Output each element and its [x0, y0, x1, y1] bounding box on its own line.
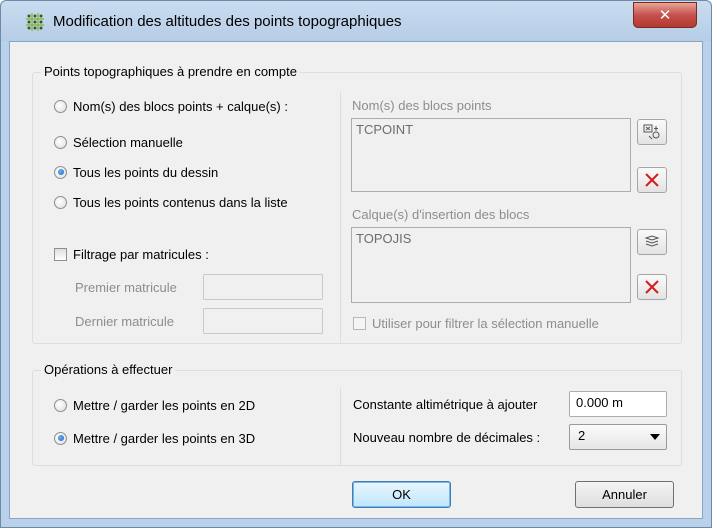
remove-block-button[interactable]: [637, 167, 667, 193]
dialog-client: Points topographiques à prendre en compt…: [9, 41, 703, 519]
radio-2d[interactable]: Mettre / garder les points en 2D: [54, 396, 255, 414]
operations-group-box: [32, 370, 682, 466]
operations-group-divider: [340, 388, 341, 466]
chevron-down-icon: [650, 434, 660, 440]
use-filter-manual-checkbox[interactable]: [353, 316, 366, 330]
radio-label: Nom(s) des blocs points + calque(s) :: [73, 98, 288, 114]
radio-button[interactable]: [54, 195, 67, 209]
filter-by-id-checkbox[interactable]: [54, 247, 67, 261]
cancel-button[interactable]: Annuler: [575, 481, 674, 508]
radio-button[interactable]: [54, 99, 67, 113]
first-id-label: Premier matricule: [75, 280, 177, 295]
layers-icon: [644, 235, 660, 247]
constant-input[interactable]: 0.000 m: [569, 391, 667, 417]
radio-all-list-points[interactable]: Tous les points contenus dans la liste: [54, 193, 288, 211]
grid-app-icon: [26, 13, 44, 31]
block-names-list[interactable]: TCPOINT: [351, 118, 631, 192]
last-id-label: Dernier matricule: [75, 314, 174, 329]
ok-button-label: OK: [392, 487, 411, 502]
points-group-legend: Points topographiques à prendre en compt…: [41, 64, 300, 79]
decimals-value: 2: [578, 428, 586, 443]
radio-button-selected[interactable]: [54, 165, 67, 179]
window-title: Modification des altitudes des points to…: [53, 13, 402, 30]
layers-list[interactable]: TOPOJIS: [351, 227, 631, 303]
radio-button[interactable]: [54, 398, 67, 412]
radio-label: Mettre / garder les points en 2D: [73, 397, 256, 413]
delete-x-icon: [645, 280, 659, 294]
remove-layer-button[interactable]: [637, 274, 667, 300]
radio-all-drawing-points[interactable]: Tous les points du dessin: [54, 163, 218, 181]
constant-label: Constante altimétrique à ajouter: [353, 397, 538, 412]
dialog-window: Modification des altitudes des points to…: [0, 0, 712, 528]
use-filter-manual-label: Utiliser pour filtrer la sélection manue…: [372, 315, 599, 331]
add-block-button[interactable]: [637, 119, 667, 145]
pick-block-icon: [643, 124, 660, 140]
radio-button[interactable]: [54, 135, 67, 149]
radio-label: Tous les points du dessin: [73, 164, 219, 180]
first-id-input[interactable]: [203, 274, 323, 300]
radio-3d[interactable]: Mettre / garder les points en 3D: [54, 429, 255, 447]
radio-manual-selection[interactable]: Sélection manuelle: [54, 133, 183, 151]
radio-label: Sélection manuelle: [73, 134, 183, 150]
delete-x-icon: [645, 173, 659, 187]
list-item[interactable]: TCPOINT: [356, 122, 626, 137]
radio-button-selected[interactable]: [54, 431, 67, 445]
ok-button[interactable]: OK: [352, 481, 451, 508]
close-button[interactable]: ✕: [633, 2, 697, 28]
title-bar[interactable]: Modification des altitudes des points to…: [1, 1, 711, 41]
cancel-button-label: Annuler: [602, 487, 647, 502]
filter-by-id-checkbox-row[interactable]: Filtrage par matricules :: [54, 245, 209, 263]
layers-label: Calque(s) d'insertion des blocs: [352, 207, 530, 222]
list-item[interactable]: TOPOJIS: [356, 231, 626, 246]
last-id-input[interactable]: [203, 308, 323, 334]
decimals-label: Nouveau nombre de décimales :: [353, 430, 541, 445]
radio-label: Tous les points contenus dans la liste: [73, 194, 288, 210]
operations-group-legend: Opérations à effectuer: [41, 362, 176, 377]
radio-blocks-and-layers[interactable]: Nom(s) des blocs points + calque(s) :: [54, 97, 288, 115]
decimals-dropdown[interactable]: 2: [569, 424, 667, 450]
points-group-divider: [340, 92, 341, 344]
filter-by-id-label: Filtrage par matricules :: [73, 246, 209, 262]
radio-label: Mettre / garder les points en 3D: [73, 430, 256, 446]
close-icon: ✕: [658, 6, 672, 24]
use-filter-manual-row[interactable]: Utiliser pour filtrer la sélection manue…: [353, 314, 599, 332]
block-names-label: Nom(s) des blocs points: [352, 98, 492, 113]
add-layer-button[interactable]: [637, 229, 667, 255]
